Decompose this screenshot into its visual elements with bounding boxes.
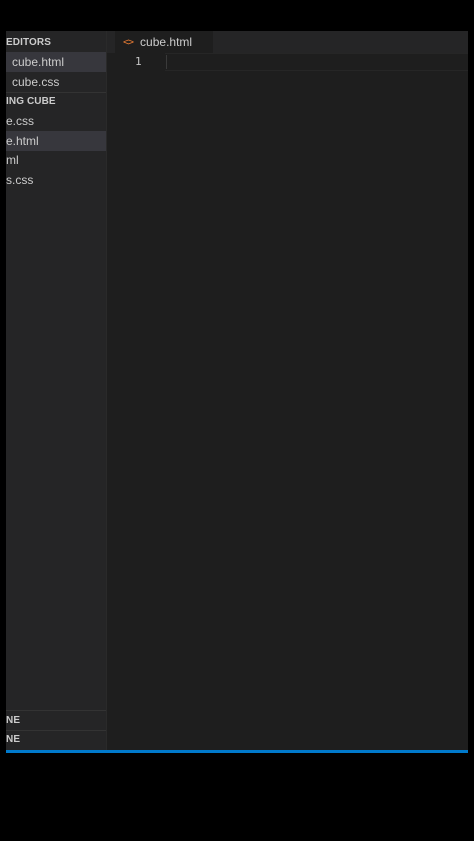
text-cursor bbox=[166, 55, 167, 69]
file-item-html-active[interactable]: e.html bbox=[6, 131, 106, 151]
file-item-label: e.html bbox=[6, 134, 39, 148]
timeline-section-header[interactable]: NE bbox=[6, 730, 20, 750]
editor-pane[interactable]: <> cube.html 1 bbox=[107, 31, 468, 750]
explorer-sidebar: EDITORS cube.html cube.css ING CUBE e.cs… bbox=[6, 31, 107, 750]
open-editor-item-cube-html[interactable]: cube.html bbox=[6, 52, 106, 72]
outline-section-header[interactable]: NE bbox=[6, 711, 20, 731]
editor-window: EDITORS cube.html cube.css ING CUBE e.cs… bbox=[6, 31, 468, 750]
file-item-ml[interactable]: ml bbox=[6, 150, 106, 170]
file-item-label: ml bbox=[6, 153, 19, 167]
file-item-s-css[interactable]: s.css bbox=[6, 170, 106, 190]
current-line-highlight bbox=[165, 53, 468, 71]
project-folder-header[interactable]: ING CUBE bbox=[6, 92, 56, 112]
section-divider bbox=[6, 730, 106, 731]
tab-cube-html[interactable]: <> cube.html bbox=[115, 31, 213, 53]
tab-label: cube.html bbox=[140, 35, 193, 49]
file-item-label: s.css bbox=[6, 173, 34, 187]
html-code-icon: <> bbox=[123, 36, 134, 48]
open-editor-item-label: cube.html bbox=[12, 55, 65, 69]
open-editors-header[interactable]: EDITORS bbox=[6, 33, 51, 53]
status-bar bbox=[6, 750, 468, 753]
file-item-label: e.css bbox=[6, 114, 35, 128]
open-editor-item-label: cube.css bbox=[12, 75, 60, 89]
file-item-css[interactable]: e.css bbox=[6, 111, 106, 131]
tab-bar: <> cube.html bbox=[107, 31, 468, 53]
screen: EDITORS cube.html cube.css ING CUBE e.cs… bbox=[0, 0, 474, 841]
section-divider bbox=[6, 710, 106, 711]
open-editor-item-cube-css[interactable]: cube.css bbox=[6, 72, 106, 92]
line-number: 1 bbox=[135, 55, 142, 68]
